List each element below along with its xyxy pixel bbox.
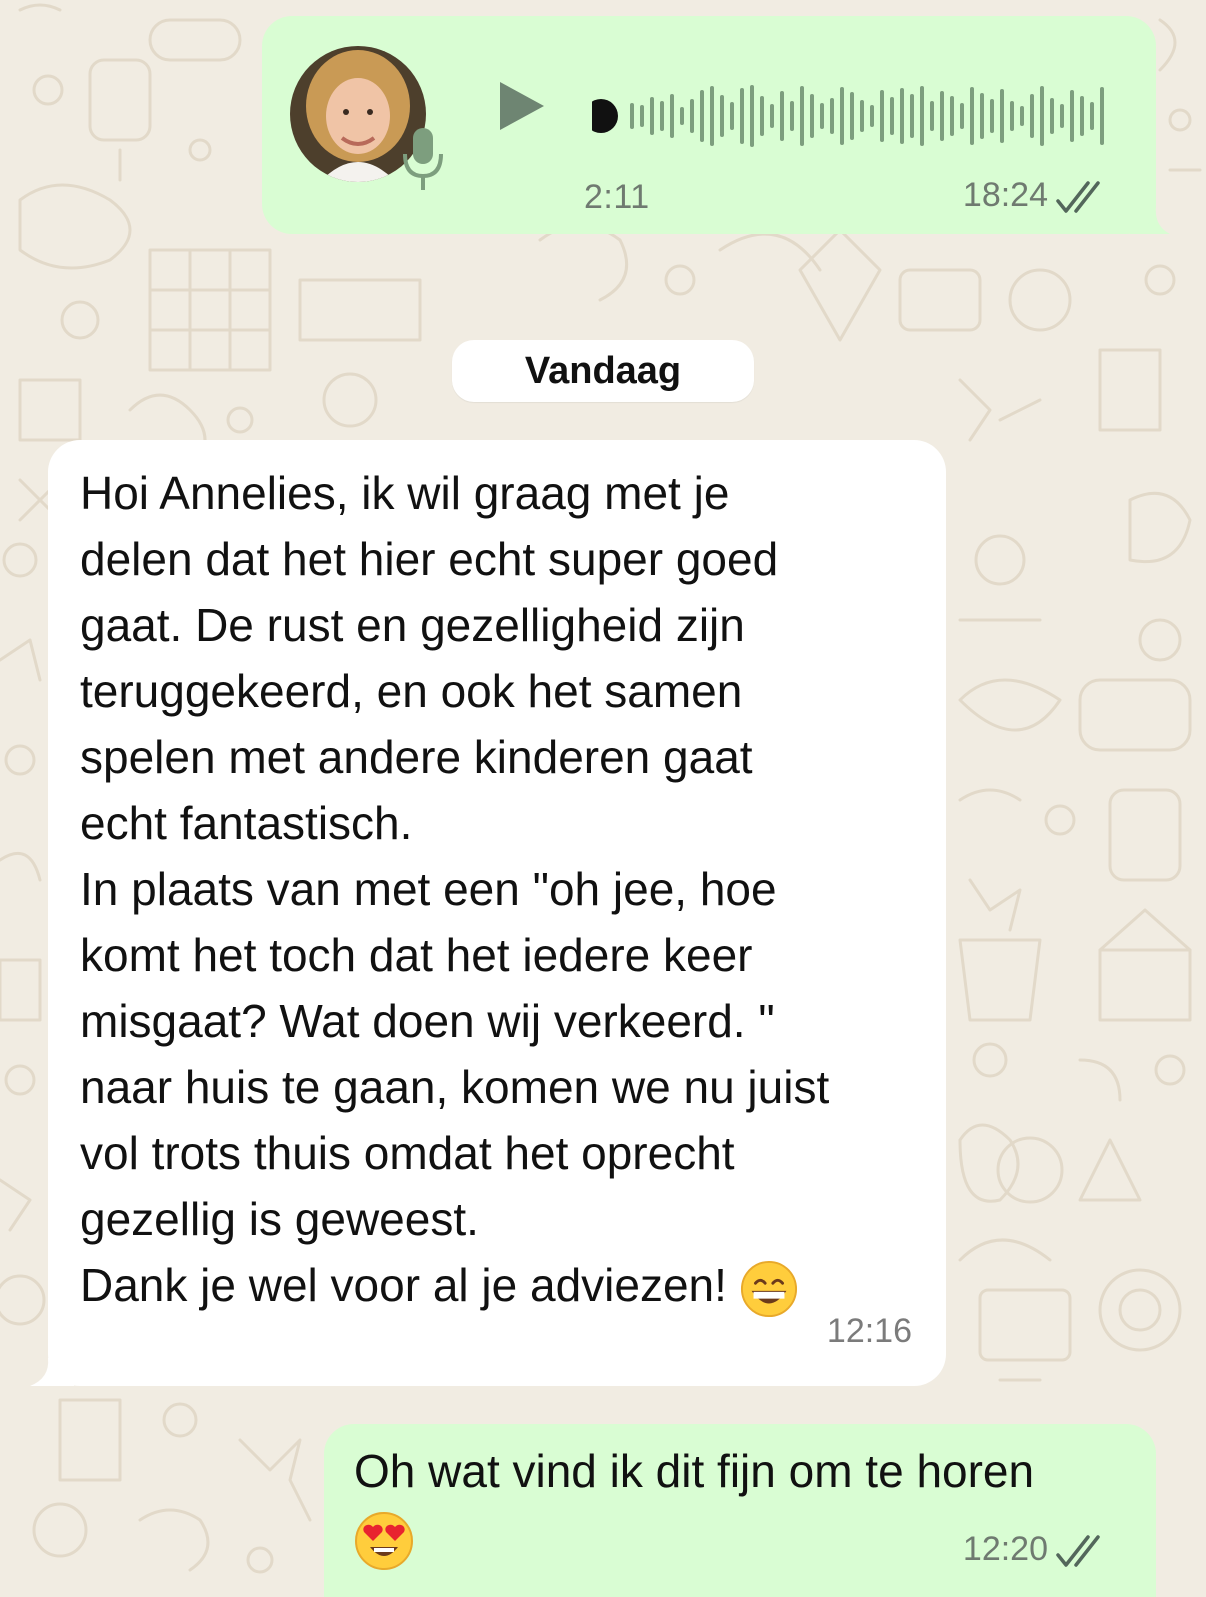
audio-waveform[interactable] [592,70,1112,154]
waveform-bar [1050,98,1054,134]
waveform-bar [890,97,894,135]
waveform-bar [760,96,764,136]
waveform-bar [800,86,804,146]
waveform-bar [820,103,824,129]
outgoing-message-bubble[interactable]: Oh wat vind ik dit fijn om te horen 12:2… [324,1424,1156,1597]
message-text-line: teruggekeerd, en ook het samen [80,665,743,717]
voice-message-bubble[interactable]: 2:11 18:24 [262,16,1156,234]
voice-duration: 2:11 [584,178,650,216]
mic-icon [403,128,443,190]
waveform-bar [1060,104,1064,128]
waveform-bar [810,94,814,138]
waveform-bar [860,100,864,132]
message-text-line: Dank je wel voor al je adviezen! [80,1252,910,1318]
waveform-bar [1070,90,1074,142]
read-receipt-icon [1056,1535,1100,1567]
waveform-bar [1020,106,1024,126]
message-text: Oh wat vind ik dit fijn om te horen [354,1438,1034,1571]
message-text-line: misgaat? Wat doen wij verkeerd. " [80,995,775,1047]
waveform-bar [700,90,704,142]
message-text-line: delen dat het hier echt super goed [80,533,779,585]
waveform-bar [850,92,854,140]
waveform-bar [1040,86,1044,146]
read-receipt-icon [1056,181,1100,213]
waveform-bar [940,91,944,141]
message-text-line: In plaats van met een "oh jee, hoe [80,863,777,915]
waveform-bar [990,99,994,133]
waveform-bar [1000,89,1004,143]
waveform-bar [930,101,934,131]
waveform-bar [1100,87,1104,145]
waveform-bar [710,86,714,146]
waveform-bar [690,99,694,133]
message-text-line: vol trots thuis omdat het oprecht [80,1127,735,1179]
waveform-bar [830,98,834,134]
message-time: 18:24 [962,176,1048,214]
grinning-face-icon [740,1260,797,1317]
waveform-bar [770,104,774,128]
waveform-bar [950,96,954,136]
waveform-bar [750,85,754,147]
waveform-bar [680,107,684,125]
message-time: 12:20 [962,1530,1048,1568]
waveform-bar [1080,96,1084,136]
waveform-bar [1090,102,1094,130]
message-text: Hoi Annelies, ik wil graag met je delen d… [80,460,910,1318]
waveform-bar [780,91,784,141]
message-text-line: Oh wat vind ik dit fijn om te horen [354,1445,1035,1497]
waveform-bar [870,105,874,127]
heart-eyes-face-icon [355,1511,413,1570]
message-text-line: spelen met andere kinderen gaat [80,731,753,783]
waveform-bar [740,88,744,144]
playback-position-dot[interactable] [592,99,618,133]
waveform-bar [1030,94,1034,138]
waveform-bar [790,101,794,131]
waveform-bar [840,87,844,145]
waveform-bar [640,105,644,127]
incoming-message-bubble[interactable]: Hoi Annelies, ik wil graag met je delen d… [48,440,946,1386]
waveform-bar [880,90,884,142]
play-icon[interactable] [494,76,550,136]
message-text-line: echt fantastisch. [80,797,413,849]
message-text-line: Hoi Annelies, ik wil graag met je [80,467,730,519]
message-text-line: gezellig is geweest. [80,1193,479,1245]
date-divider: Vandaag [452,340,754,402]
waveform-bar [650,97,654,135]
waveform-bar [900,88,904,144]
waveform-bar [960,103,964,129]
message-time: 12:16 [826,1312,912,1350]
waveform-bar [660,101,664,131]
waveform-bar [1010,101,1014,131]
waveform-bar [920,86,924,146]
waveform-bar [980,93,984,139]
waveform-bar [670,94,674,138]
waveform-bar [970,87,974,145]
waveform-bar [730,102,734,130]
message-text-line: gaat. De rust en gezelligheid zijn [80,599,745,651]
message-text-line: komt het toch dat het iedere keer [80,929,753,981]
waveform-bar [720,95,724,137]
waveform-bar [910,94,914,138]
waveform-bar [630,103,634,129]
message-text-line: naar huis te gaan, komen we nu juist [80,1061,830,1113]
